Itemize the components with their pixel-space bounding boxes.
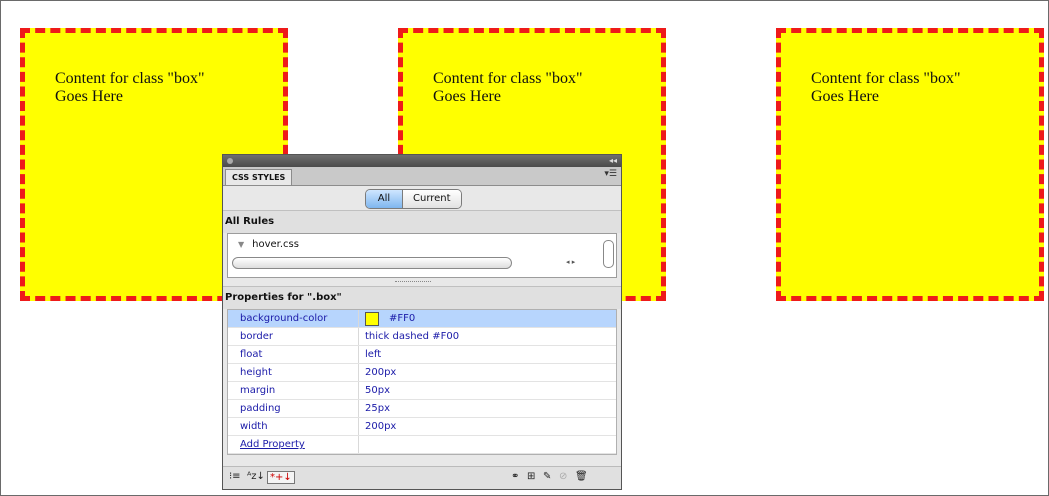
property-row[interactable]: float left: [228, 346, 616, 364]
collapse-icon[interactable]: ◂◂: [609, 155, 617, 167]
new-rule-icon[interactable]: ⊞: [527, 471, 535, 482]
property-value[interactable]: left: [359, 346, 616, 363]
property-name: width: [228, 418, 359, 435]
property-value[interactable]: 200px: [359, 418, 616, 435]
property-value[interactable]: 50px: [359, 382, 616, 399]
edit-rule-icon[interactable]: ✎: [543, 471, 551, 482]
box-text: Content for class "box" Goes Here: [55, 70, 204, 106]
disable-property-icon[interactable]: ⊘: [559, 471, 567, 482]
box-line-2: Goes Here: [811, 88, 879, 105]
all-button[interactable]: All: [366, 190, 403, 208]
panel-tab-row: CSS STYLES ▾☰: [223, 167, 621, 186]
attach-stylesheet-icon[interactable]: ⚭: [511, 471, 519, 482]
rule-item[interactable]: ▼ hover.css: [238, 239, 299, 250]
properties-table: background-color #FF0 border thick dashe…: [227, 309, 617, 455]
set-properties-view-icon[interactable]: *+↓: [267, 471, 295, 484]
box-line-1: Content for class "box": [55, 70, 205, 87]
content-box-3[interactable]: Content for class "box" Goes Here: [776, 28, 1044, 301]
box-line-1: Content for class "box": [811, 70, 961, 87]
box-line-1: Content for class "box": [433, 70, 583, 87]
view-toggle-row: All Current: [223, 186, 621, 210]
view-toggle: All Current: [365, 189, 462, 209]
property-row[interactable]: padding 25px: [228, 400, 616, 418]
rules-list: ▼ hover.css ◂ ▸: [227, 233, 617, 278]
horizontal-scrollbar[interactable]: [232, 257, 512, 269]
property-name: background-color: [228, 310, 359, 327]
property-name: padding: [228, 400, 359, 417]
property-row[interactable]: border thick dashed #F00: [228, 328, 616, 346]
pane-resize-grip[interactable]: [223, 278, 621, 286]
property-row[interactable]: width 200px: [228, 418, 616, 436]
property-name: float: [228, 346, 359, 363]
property-row[interactable]: margin 50px: [228, 382, 616, 400]
property-value[interactable]: #FF0: [389, 310, 415, 327]
property-value[interactable]: thick dashed #F00: [359, 328, 616, 345]
box-line-2: Goes Here: [433, 88, 501, 105]
property-name: height: [228, 364, 359, 381]
all-rules-heading: All Rules: [223, 210, 621, 233]
disclosure-triangle-icon[interactable]: ▼: [238, 240, 244, 249]
delete-icon[interactable]: 🗑: [575, 471, 588, 482]
box-line-2: Goes Here: [55, 88, 123, 105]
css-styles-panel: ◂◂ CSS STYLES ▾☰ All Current All Rules ▼…: [222, 154, 622, 490]
current-button[interactable]: Current: [403, 190, 461, 208]
property-name: border: [228, 328, 359, 345]
rule-label: hover.css: [252, 239, 299, 250]
vertical-scrollbar[interactable]: [603, 240, 614, 268]
tab-css-styles[interactable]: CSS STYLES: [225, 169, 293, 185]
property-value[interactable]: 25px: [359, 400, 616, 417]
panel-menu-icon[interactable]: ▾☰: [604, 169, 617, 179]
property-name: margin: [228, 382, 359, 399]
scroll-arrows-icon[interactable]: ◂ ▸: [566, 258, 575, 266]
add-property-link[interactable]: Add Property: [240, 439, 305, 450]
property-row[interactable]: background-color #FF0: [228, 310, 616, 328]
box-text: Content for class "box" Goes Here: [811, 70, 960, 106]
add-property-row: Add Property: [228, 436, 616, 454]
panel-toolbar: ⁝≡ ᴬz↓ *+↓ ⚭ ⊞ ✎ ⊘ 🗑: [223, 466, 621, 489]
close-icon[interactable]: [227, 158, 233, 164]
category-view-icon[interactable]: ⁝≡: [229, 471, 241, 482]
properties-heading: Properties for ".box": [223, 286, 621, 309]
panel-titlebar[interactable]: ◂◂: [223, 155, 621, 167]
property-row[interactable]: height 200px: [228, 364, 616, 382]
property-value[interactable]: 200px: [359, 364, 616, 381]
box-text: Content for class "box" Goes Here: [433, 70, 582, 106]
color-swatch[interactable]: [365, 311, 379, 326]
alphabetical-view-icon[interactable]: ᴬz↓: [247, 471, 265, 482]
